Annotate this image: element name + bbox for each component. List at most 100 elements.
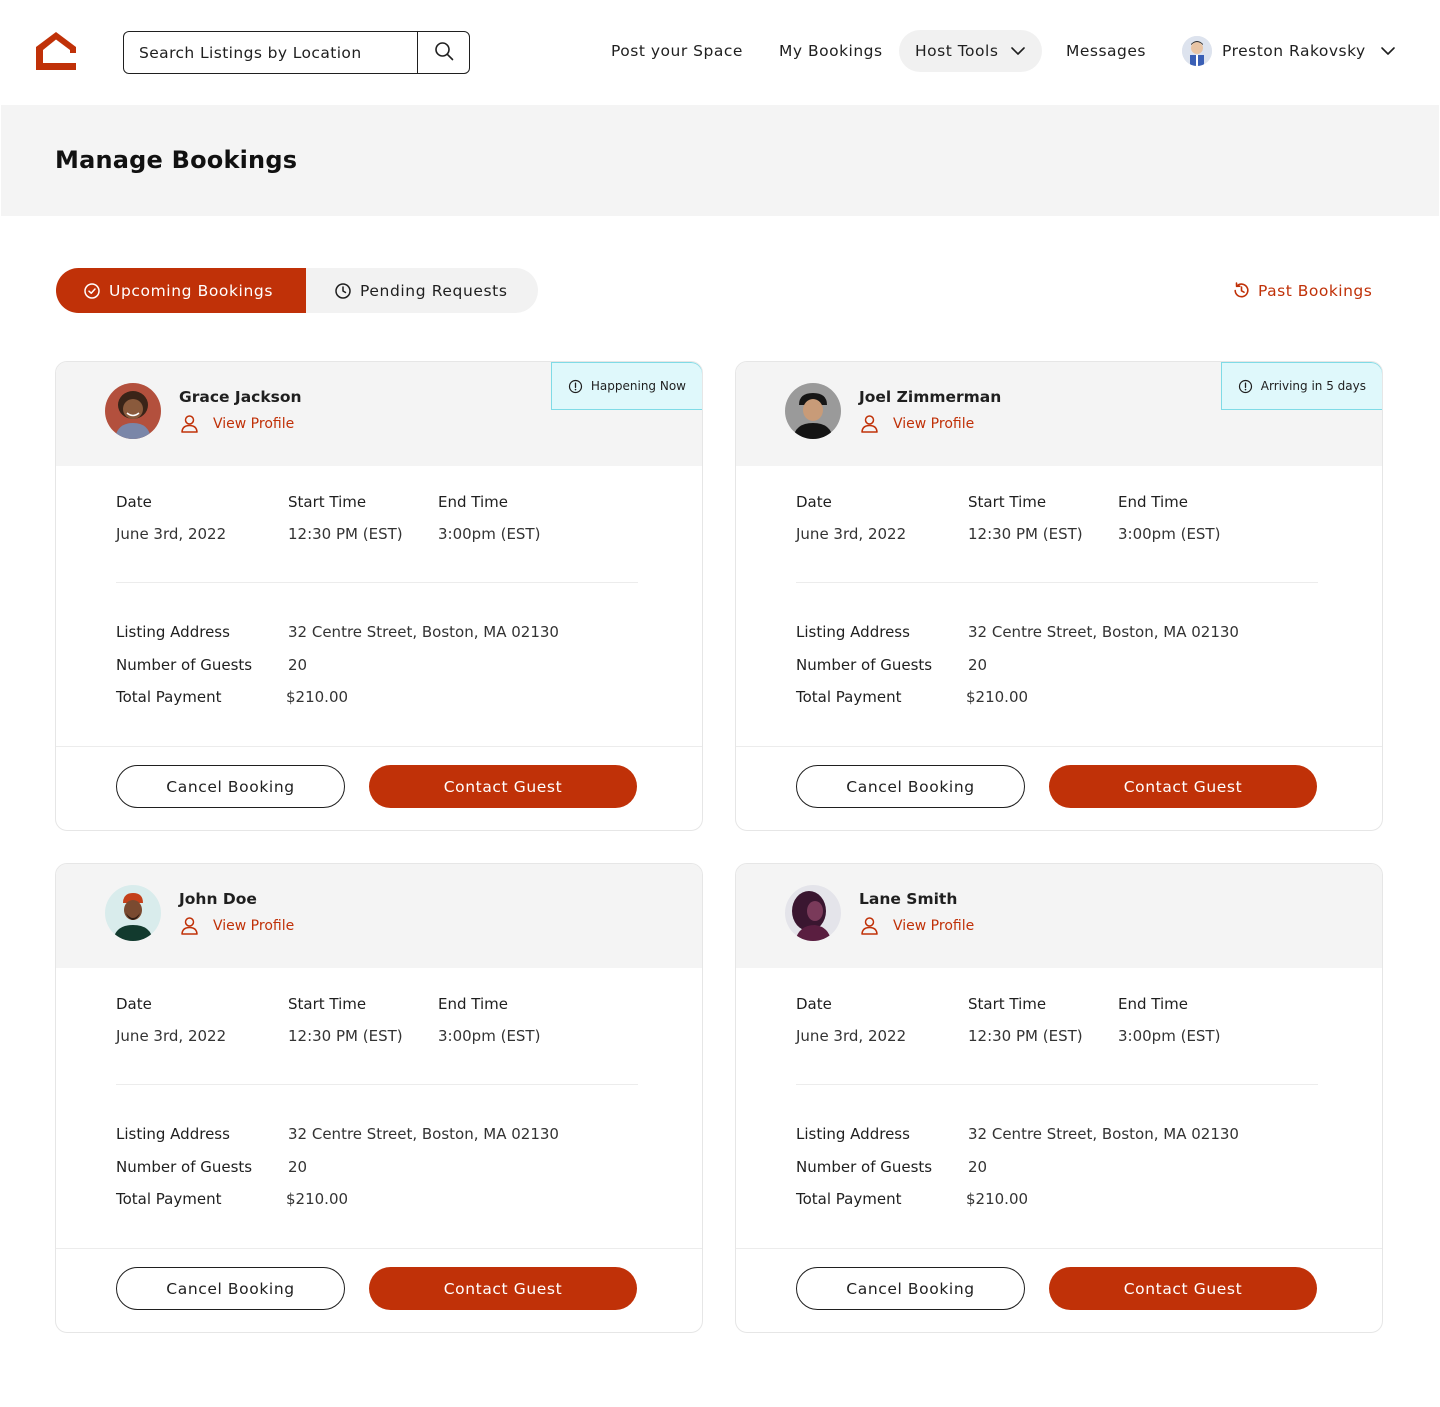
divider	[56, 1248, 702, 1249]
guest-name: Lane Smith	[859, 890, 958, 908]
tab-pending-requests[interactable]: Pending Requests	[334, 268, 508, 313]
start-time-label: Start Time	[288, 995, 367, 1013]
start-time-value: 12:30 PM (EST)	[968, 1027, 1083, 1045]
booking-card: Lane Smith View Profile Date Start Time …	[735, 863, 1383, 1333]
user-icon	[860, 916, 879, 935]
tab-pending-label: Pending Requests	[360, 281, 508, 300]
number-of-guests-label: Number of Guests	[796, 656, 933, 674]
start-time-value: 12:30 PM (EST)	[288, 1027, 403, 1045]
check-circle-icon	[83, 282, 101, 300]
date-value: June 3rd, 2022	[796, 525, 907, 543]
view-profile-link[interactable]: View Profile	[180, 414, 294, 433]
guest-name: John Doe	[179, 890, 257, 908]
search-icon	[434, 41, 454, 65]
contact-guest-button[interactable]: Contact Guest	[1049, 1267, 1317, 1310]
end-time-label: End Time	[1118, 493, 1188, 511]
number-of-guests-value: 20	[288, 656, 308, 674]
date-label: Date	[796, 995, 832, 1013]
contact-guest-button[interactable]: Contact Guest	[369, 1267, 637, 1310]
start-time-value: 12:30 PM (EST)	[288, 525, 403, 543]
chevron-down-icon	[1010, 42, 1026, 60]
start-time-value: 12:30 PM (EST)	[968, 525, 1083, 543]
divider	[796, 582, 1318, 583]
tab-upcoming-bookings[interactable]: Upcoming Bookings	[56, 268, 306, 313]
view-profile-link[interactable]: View Profile	[860, 916, 974, 935]
status-badge-label: Arriving in 5 days	[1260, 379, 1366, 393]
booking-card: Grace Jackson View Profile Happening Now…	[55, 361, 703, 831]
listing-address-value: 32 Centre Street, Boston, MA 02130	[968, 1125, 1239, 1143]
listing-address-label: Listing Address	[116, 1125, 230, 1143]
history-icon	[1232, 281, 1251, 300]
avatar	[785, 885, 841, 941]
guest-name: Grace Jackson	[179, 388, 302, 406]
date-label: Date	[796, 493, 832, 511]
divider	[736, 746, 1382, 747]
start-time-label: Start Time	[968, 995, 1047, 1013]
start-time-label: Start Time	[288, 493, 367, 511]
view-profile-link[interactable]: View Profile	[180, 916, 294, 935]
user-name: Preston Rakovsky	[1222, 42, 1366, 60]
top-header: Post your Space My Bookings Host Tools M…	[0, 0, 1440, 104]
date-label: Date	[116, 995, 152, 1013]
total-payment-value: $210.00	[286, 1190, 349, 1208]
end-time-value: 3:00pm (EST)	[1118, 525, 1221, 543]
home-logo-icon[interactable]	[36, 32, 76, 70]
nav-messages[interactable]: Messages	[1066, 30, 1146, 72]
nav-host-tools[interactable]: Host Tools	[899, 30, 1043, 72]
search-button[interactable]	[417, 32, 469, 73]
contact-guest-button[interactable]: Contact Guest	[1049, 765, 1317, 808]
status-badge-label: Happening Now	[590, 379, 686, 393]
tab-upcoming-label: Upcoming Bookings	[109, 281, 274, 300]
view-profile-label: View Profile	[893, 917, 975, 934]
nav-post-space[interactable]: Post your Space	[611, 30, 743, 72]
search-bar	[123, 31, 470, 74]
start-time-label: Start Time	[968, 493, 1047, 511]
listing-address-label: Listing Address	[796, 623, 910, 641]
booking-card: Joel Zimmerman View Profile Arriving in …	[735, 361, 1383, 831]
past-bookings-link[interactable]: Past Bookings	[1232, 281, 1372, 300]
divider	[796, 1084, 1318, 1085]
number-of-guests-value: 20	[968, 1158, 988, 1176]
view-profile-label: View Profile	[893, 415, 975, 432]
number-of-guests-value: 20	[288, 1158, 308, 1176]
end-time-value: 3:00pm (EST)	[1118, 1027, 1221, 1045]
date-value: June 3rd, 2022	[116, 1027, 227, 1045]
number-of-guests-label: Number of Guests	[116, 1158, 253, 1176]
user-icon	[180, 414, 199, 433]
clock-icon	[334, 282, 352, 300]
nav-my-bookings[interactable]: My Bookings	[779, 30, 883, 72]
view-profile-link[interactable]: View Profile	[860, 414, 974, 433]
end-time-value: 3:00pm (EST)	[438, 1027, 541, 1045]
status-badge: Arriving in 5 days	[1220, 362, 1382, 410]
total-payment-value: $210.00	[966, 688, 1029, 706]
divider	[736, 1248, 1382, 1249]
cancel-booking-button[interactable]: Cancel Booking	[796, 765, 1025, 808]
cancel-booking-button[interactable]: Cancel Booking	[796, 1267, 1025, 1310]
listing-address-label: Listing Address	[116, 623, 230, 641]
divider	[56, 746, 702, 747]
user-menu[interactable]: Preston Rakovsky	[1182, 30, 1396, 72]
cancel-booking-button[interactable]: Cancel Booking	[116, 765, 345, 808]
total-payment-value: $210.00	[286, 688, 349, 706]
number-of-guests-value: 20	[968, 656, 988, 674]
avatar	[105, 383, 161, 439]
divider	[116, 582, 638, 583]
total-payment-label: Total Payment	[796, 688, 902, 706]
booking-card: John Doe View Profile Date Start Time En…	[55, 863, 703, 1333]
total-payment-label: Total Payment	[116, 688, 222, 706]
divider	[116, 1084, 638, 1085]
date-label: Date	[116, 493, 152, 511]
view-profile-label: View Profile	[213, 415, 295, 432]
info-icon	[568, 379, 583, 394]
number-of-guests-label: Number of Guests	[116, 656, 253, 674]
date-value: June 3rd, 2022	[796, 1027, 907, 1045]
user-icon	[860, 414, 879, 433]
search-input[interactable]	[124, 32, 417, 73]
total-payment-value: $210.00	[966, 1190, 1029, 1208]
total-payment-label: Total Payment	[116, 1190, 222, 1208]
cancel-booking-button[interactable]: Cancel Booking	[116, 1267, 345, 1310]
contact-guest-button[interactable]: Contact Guest	[369, 765, 637, 808]
booking-tabs: Upcoming Bookings Pending Requests	[56, 268, 538, 313]
view-profile-label: View Profile	[213, 917, 295, 934]
past-bookings-label: Past Bookings	[1258, 281, 1373, 300]
